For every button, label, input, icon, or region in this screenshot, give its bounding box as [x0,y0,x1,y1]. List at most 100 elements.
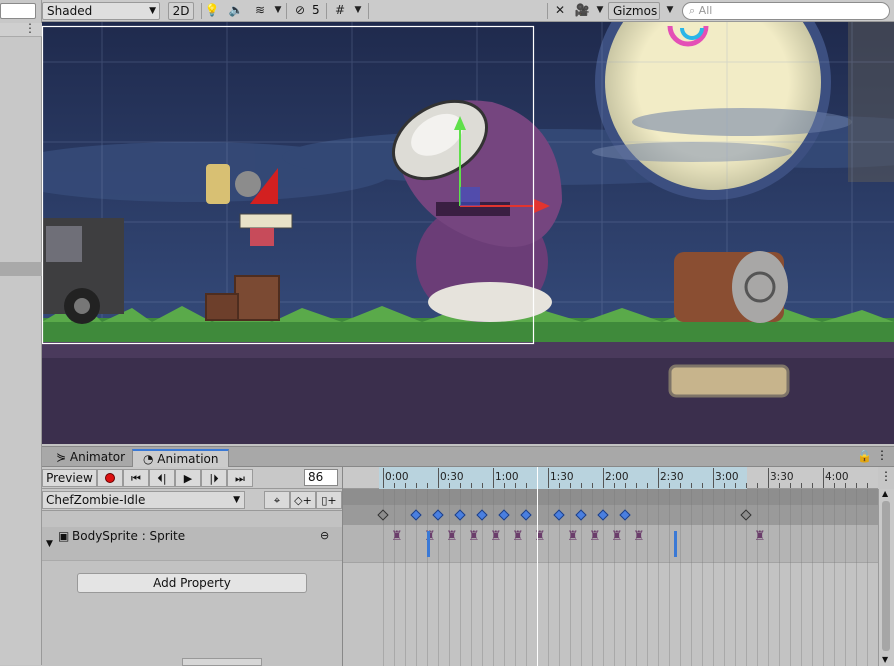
scene-search-input[interactable]: ⌕ All [682,2,890,20]
gizmos-button[interactable]: Gizmos [608,2,660,20]
skip-start-icon: ⏮ [131,472,141,485]
selected-keyframe-marker[interactable] [427,531,430,557]
more-options-icon[interactable]: ⋮ [24,21,36,35]
next-keyframe-button[interactable]: |⏵ [201,469,227,487]
property-name: BodySprite : Sprite [72,529,186,543]
scroll-down-icon[interactable]: ▼ [882,655,888,664]
sprite-keyframe-thumbnail[interactable]: ♜ [567,529,579,544]
time-subtick [427,483,428,488]
gizmos-label: Gizmos [613,4,658,18]
step-back-icon: ⏴| [157,472,167,485]
preview-button[interactable]: Preview [42,469,97,487]
time-subtick [724,483,725,488]
timeline-empty-area[interactable] [343,563,878,666]
first-keyframe-button[interactable]: ⏮ [123,469,149,487]
chevron-down-icon[interactable]: ▼ [348,2,368,20]
sprite-keyframe-thumbnail[interactable]: ♜ [490,529,502,544]
sprite-keyframe-thumbnail[interactable]: ♜ [589,529,601,544]
scrollbar-thumb[interactable] [882,501,890,651]
time-subtick [757,483,758,488]
time-subtick [779,483,780,488]
camera-icon[interactable]: 🎥 [572,2,592,20]
effects-toggle-icon[interactable]: ≋ [250,2,270,20]
timeline-gridline [812,489,813,666]
time-tick-label: 2:30 [660,471,684,483]
scene-canvas[interactable] [42,22,894,444]
chevron-down-icon[interactable]: ▼ [268,2,288,20]
clock-icon: ◔ [143,452,158,466]
property-row[interactable]: ▼ ▣ BodySprite : Sprite ⊖ [42,527,342,561]
timeline-gridline [570,489,571,666]
sprite-keyframe-thumbnail[interactable]: ♜ [446,529,458,544]
timeline-gridline [735,489,736,666]
sprite-keyframe-thumbnail[interactable]: ♜ [611,529,623,544]
time-tick-label: 3:00 [715,471,739,483]
audio-toggle-icon[interactable]: 🔈 [226,2,246,20]
search-placeholder: All [698,4,713,17]
add-property-button[interactable]: Add Property [77,573,307,593]
search-icon: ⌕ [689,4,699,17]
time-tick [548,468,549,488]
sprite-keyframe-thumbnail[interactable]: ♜ [512,529,524,544]
chevron-down-icon[interactable]: ▼ [660,2,680,20]
expand-arrow-icon[interactable]: ▼ [46,539,53,549]
left-panel-search-field[interactable] [0,3,36,19]
scene-view[interactable] [42,22,894,444]
current-frame-input[interactable]: 86 [304,469,338,486]
time-subtick [581,483,582,488]
more-options-icon[interactable]: ⋮ [880,469,892,483]
time-subtick [636,483,637,488]
property-options-icon[interactable]: ⊖ [320,529,329,542]
sprite-keyframe-thumbnail[interactable]: ♜ [754,529,766,544]
playhead[interactable] [537,467,538,666]
sprite-keyframe-thumbnail[interactable]: ♜ [391,529,403,544]
time-ruler[interactable]: 0:00 0:30 1:00 1:30 2:00 2:30 3:00 3:30 4:00 [343,467,878,489]
tab-animator[interactable]: ⋟ Animator [46,449,135,467]
time-subtick [856,483,857,488]
scene-visibility-icon[interactable]: ⊘ [290,2,310,20]
last-keyframe-button[interactable]: ⏭ [227,469,253,487]
tools-icon[interactable]: ✕ [550,2,570,20]
tab-bar: ⋟ Animator ◔ Animation 🔒 ⋮ [42,447,894,467]
play-button[interactable]: ▶ [175,469,201,487]
grid-toggle-icon[interactable]: # [330,2,350,20]
record-button[interactable] [97,469,123,487]
lighting-toggle-icon[interactable]: 💡 [202,2,222,20]
2d-mode-toggle[interactable]: 2D [168,2,194,20]
time-subtick [526,483,527,488]
more-options-icon[interactable]: ⋮ [876,448,888,462]
layers-count: 5 [312,3,320,17]
add-event-button[interactable]: ◇+ [290,491,316,509]
tab-animation[interactable]: ◔ Animation [132,449,230,467]
left-panel-selected-row[interactable] [0,262,42,276]
vertical-scrollbar[interactable]: ▲ ▼ [878,489,894,666]
timeline-gridline [647,489,648,666]
timeline-gridline [834,489,835,666]
sprite-keyframe-thumbnail[interactable]: ♜ [468,529,480,544]
time-tick-label: 2:00 [605,471,629,483]
time-subtick [867,483,868,488]
scroll-up-icon[interactable]: ▲ [882,489,888,498]
time-subtick [504,483,505,488]
animator-icon: ⋟ [56,450,70,464]
time-subtick [471,483,472,488]
log [674,251,788,323]
time-tick [658,468,659,488]
time-subtick [570,483,571,488]
chevron-down-icon[interactable]: ▼ [590,2,610,20]
previous-keyframe-button[interactable]: ⏴| [149,469,175,487]
timeline-gridline [713,489,714,666]
timeline-gridline [724,489,725,666]
add-keyframe-button[interactable]: ⌖ [264,491,290,509]
timeline-gridline [449,489,450,666]
lock-icon[interactable]: 🔒 [857,449,872,463]
sprite-keyframe-thumbnail[interactable]: ♜ [534,529,546,544]
add-animation-event-button[interactable]: ▯+ [316,491,342,509]
sprite-keyframe-thumbnail[interactable]: ♜ [633,529,645,544]
timeline-panel[interactable]: 0:00 0:30 1:00 1:30 2:00 2:30 3:00 3:30 4:00 ♜ ♜ ♜… [343,467,894,666]
clip-dropdown[interactable]: ChefZombie-Idle ▼ [42,491,245,509]
summary-keyframe-row[interactable] [343,505,878,525]
selected-keyframe-marker[interactable] [674,531,677,557]
left-panel-header: ⋮ [0,21,42,37]
shading-mode-dropdown[interactable]: Shaded ▼ [42,2,160,20]
